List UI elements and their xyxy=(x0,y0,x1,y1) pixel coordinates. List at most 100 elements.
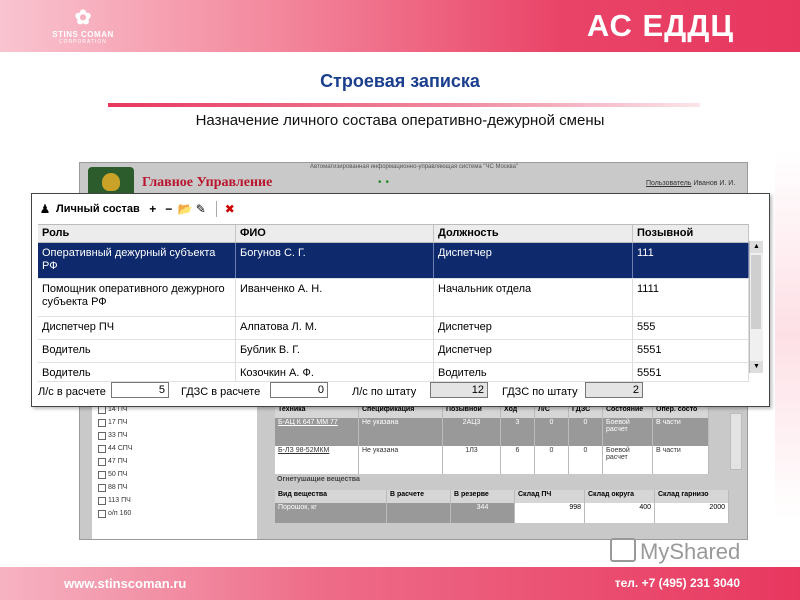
table-cell[interactable]: В части xyxy=(653,418,709,446)
tree-item[interactable]: о/п 160 xyxy=(92,507,257,520)
watermark: MyShared xyxy=(610,538,740,565)
stock-input[interactable]: 2000 xyxy=(655,503,729,523)
table-row[interactable]: Оперативный дежурный субъекта РФ Богунов… xyxy=(38,243,749,279)
company-logo: ✿ STINS COMAN CORPORATION xyxy=(40,8,126,45)
scroll-down-icon[interactable]: ▼ xyxy=(750,361,763,373)
role-cell: Помощник оперативного дежурного субъекта… xyxy=(38,279,236,316)
phone-number: тел. +7 (495) 231 3040 xyxy=(614,576,740,590)
add-icon[interactable]: + xyxy=(146,202,160,216)
vehicle-link[interactable]: Б-ЛЗ 98-52МКМ xyxy=(275,446,359,474)
table-cell: 2АЦ3 xyxy=(443,418,501,446)
ls-calc-label: Л/с в расчете xyxy=(38,386,106,398)
column-header[interactable]: Склад гарнизо xyxy=(655,490,729,503)
column-header[interactable]: Вид вещества xyxy=(275,490,387,503)
header-band: ✿ STINS COMAN CORPORATION АС ЕДДЦ xyxy=(0,0,800,52)
remove-icon[interactable]: − xyxy=(162,202,176,216)
logo-subtitle: CORPORATION xyxy=(59,39,107,45)
vehicle-table: Техника Спецификация Позывной Ход Л/С ГД… xyxy=(275,405,743,474)
edit-icon[interactable]: ✎ xyxy=(194,202,208,216)
position-cell: Водитель xyxy=(434,363,633,381)
table-row[interactable]: Помощник оперативного дежурного субъекта… xyxy=(38,279,749,317)
tree-item[interactable]: 50 ПЧ xyxy=(92,468,257,481)
tree-item[interactable]: 88 ПЧ xyxy=(92,481,257,494)
table-row[interactable]: Диспетчер ПЧ Алпатова Л. М. Диспетчер 55… xyxy=(38,317,749,340)
tree-item[interactable]: 47 ПЧ xyxy=(92,455,257,468)
presentation-icon xyxy=(610,538,636,562)
callsign-cell: 5551 xyxy=(633,363,749,381)
table-cell xyxy=(387,503,451,523)
agents-table: Вид вещества В расчете В резерве Склад П… xyxy=(275,490,743,523)
position-cell: Диспетчер xyxy=(434,317,633,339)
stock-input[interactable]: 998 xyxy=(515,503,585,523)
brand-title: АС ЕДДЦ xyxy=(586,8,734,43)
table-cell: 3 xyxy=(501,418,535,446)
personnel-dialog: ♟ Личный состав + − 📂 ✎ ✖ Роль ФИО Должн… xyxy=(31,193,770,407)
tree-item[interactable]: 113 ПЧ xyxy=(92,494,257,507)
user-label[interactable]: Пользователь xyxy=(646,180,691,187)
ls-staff-field: 12 xyxy=(430,382,488,398)
staff-icon: ♟ xyxy=(39,202,51,216)
gdzs-calc-field[interactable]: 0 xyxy=(270,382,328,398)
stock-input[interactable]: 400 xyxy=(585,503,655,523)
side-decoration xyxy=(775,150,800,520)
vehicle-table-scrollbar[interactable] xyxy=(730,413,742,470)
column-header-callsign[interactable]: Позывной xyxy=(633,225,749,242)
toolbar-separator xyxy=(215,201,217,217)
table-row[interactable]: Б-ЛЗ 98-52МКМ Не указана 1Л3 6 0 0 Боево… xyxy=(275,446,743,474)
page-title: Строевая записка xyxy=(320,71,480,91)
title-divider xyxy=(108,103,700,107)
personnel-table-scrollbar[interactable]: ▲ ▼ xyxy=(749,241,763,373)
table-cell: 0 xyxy=(535,418,569,446)
name-cell: Иванченко А. Н. xyxy=(236,279,434,316)
table-cell: Боевой расчет xyxy=(603,446,653,474)
table-cell: 1Л3 xyxy=(443,446,501,474)
table-cell: Не указана xyxy=(359,446,443,474)
role-cell: Водитель xyxy=(38,340,236,362)
callsign-cell: 111 xyxy=(633,243,749,278)
agents-table-header: Вид вещества В расчете В резерве Склад П… xyxy=(275,490,743,503)
dialog-toolbar: ♟ Личный состав + − 📂 ✎ ✖ xyxy=(32,194,769,224)
gdzs-staff-field: 2 xyxy=(585,382,643,398)
column-header-role[interactable]: Роль xyxy=(38,225,236,242)
column-header[interactable]: Склад округа xyxy=(585,490,655,503)
logo-icon: ✿ xyxy=(74,7,92,29)
system-name: Автоматизированная информационно-управля… xyxy=(310,164,519,170)
table-row[interactable]: Водитель Козочкин А. Ф. Водитель 5551 xyxy=(38,363,749,382)
open-icon[interactable]: 📂 xyxy=(178,202,193,216)
table-cell[interactable]: В части xyxy=(653,446,709,474)
gdzs-calc-label: ГДЗС в расчете xyxy=(181,386,261,398)
table-cell: Не указана xyxy=(359,418,443,446)
callsign-cell: 555 xyxy=(633,317,749,339)
table-cell: 0 xyxy=(569,418,603,446)
callsign-cell: 1111 xyxy=(633,279,749,316)
tree-item[interactable]: 17 ПЧ xyxy=(92,416,257,429)
table-cell: 0 xyxy=(535,446,569,474)
agents-section-title: Огнетушащие вещества xyxy=(277,476,360,483)
column-header[interactable]: Склад ПЧ xyxy=(515,490,585,503)
status-dots: •• xyxy=(378,177,394,188)
table-cell: Порошок, кг xyxy=(275,503,387,523)
unit-tree: 14 ПЧ 17 ПЧ 33 ПЧ 44 СПЧ 47 ПЧ 50 ПЧ 88 … xyxy=(92,403,257,539)
gdzs-staff-label: ГДЗС по штату xyxy=(502,386,578,398)
name-cell: Алпатова Л. М. xyxy=(236,317,434,339)
website-link[interactable]: www.stinscoman.ru xyxy=(64,576,186,591)
vehicle-link[interactable]: Б-АЦ К 647 ММ 77 xyxy=(275,418,359,446)
column-header-name[interactable]: ФИО xyxy=(236,225,434,242)
scroll-up-icon[interactable]: ▲ xyxy=(750,241,763,253)
column-header-position[interactable]: Должность xyxy=(434,225,633,242)
table-cell: Боевой расчет xyxy=(603,418,653,446)
column-header[interactable]: В расчете xyxy=(387,490,451,503)
name-cell: Козочкин А. Ф. xyxy=(236,363,434,381)
user-name: Иванов И. И. xyxy=(693,180,736,187)
ls-calc-field[interactable]: 5 xyxy=(111,382,169,398)
delete-icon[interactable]: ✖ xyxy=(223,202,237,216)
tree-item[interactable]: 33 ПЧ xyxy=(92,429,257,442)
footer-band: www.stinscoman.ru тел. +7 (495) 231 3040 xyxy=(0,567,800,600)
tree-item[interactable]: 44 СПЧ xyxy=(92,442,257,455)
table-row[interactable]: Водитель Бублик В. Г. Диспетчер 5551 xyxy=(38,340,749,363)
column-header[interactable]: В резерве xyxy=(451,490,515,503)
org-title: Главное Управление xyxy=(142,175,273,190)
table-row[interactable]: Б-АЦ К 647 ММ 77 Не указана 2АЦ3 3 0 0 Б… xyxy=(275,418,743,446)
scroll-thumb[interactable] xyxy=(751,255,761,329)
table-row[interactable]: Порошок, кг 344 998 400 2000 xyxy=(275,503,743,523)
